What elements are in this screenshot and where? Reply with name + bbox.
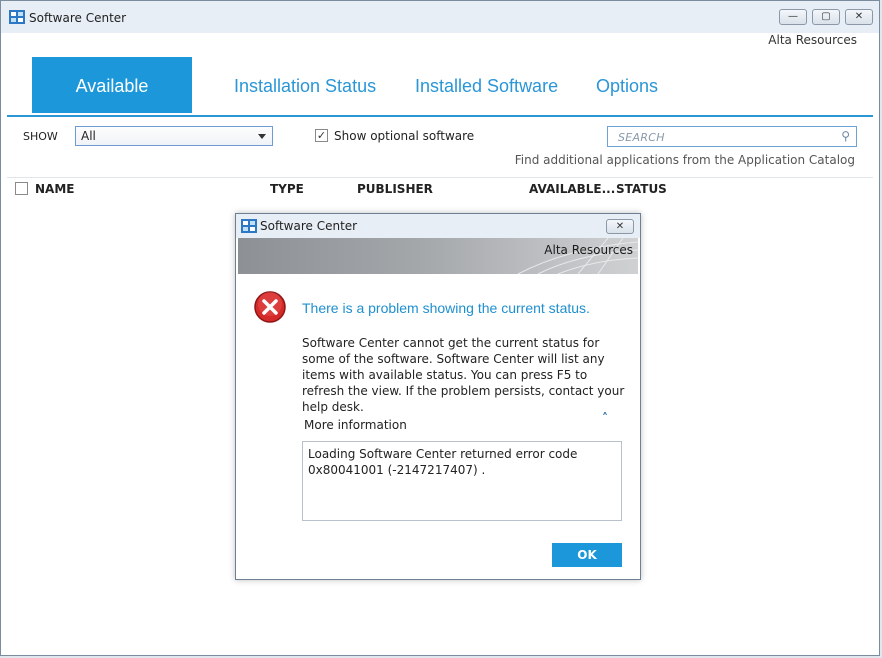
show-dropdown[interactable]: All	[75, 126, 273, 146]
show-optional-checkbox[interactable]: ✓	[315, 129, 328, 142]
dialog-heading: There is a problem showing the current s…	[302, 300, 590, 316]
minimize-button[interactable]: —	[779, 9, 807, 25]
search-placeholder: SEARCH	[618, 131, 665, 144]
error-icon	[254, 291, 286, 323]
tab-bar: Available Software Installation Status I…	[7, 57, 873, 154]
dialog-title: Software Center	[260, 219, 358, 233]
software-center-app-icon	[9, 10, 25, 24]
close-button[interactable]: ✕	[845, 9, 873, 25]
dropdown-arrow-icon	[258, 134, 266, 139]
header-divider	[7, 177, 873, 178]
organization-name: Alta Resources	[768, 33, 857, 47]
tab-installed-software[interactable]: Installed Software	[399, 57, 574, 113]
error-details-box[interactable]: Loading Software Center returned error c…	[302, 441, 622, 521]
dialog-banner: Alta Resources	[238, 238, 638, 274]
software-center-app-icon	[241, 219, 257, 233]
column-header-available[interactable]: AVAILABLE...	[529, 182, 615, 196]
show-dropdown-value: All	[81, 129, 96, 143]
application-catalog-link[interactable]: Find additional applications from the Ap…	[515, 153, 855, 167]
collapse-chevron-icon[interactable]: ˄	[602, 411, 608, 425]
window-title: Software Center	[29, 11, 127, 25]
dialog-organization-name: Alta Resources	[544, 243, 633, 257]
column-header-publisher[interactable]: PUBLISHER	[357, 182, 433, 196]
tab-available-software[interactable]: Available Software	[32, 57, 192, 154]
ok-button[interactable]: OK	[552, 543, 622, 567]
show-optional-label: Show optional software	[334, 129, 475, 143]
maximize-button[interactable]: ▢	[812, 9, 840, 25]
show-label: SHOW	[23, 130, 58, 143]
dialog-message: Software Center cannot get the current s…	[302, 336, 625, 414]
column-header-type[interactable]: TYPE	[270, 182, 304, 196]
title-bar[interactable]: Software Center — ▢ ✕	[1, 1, 879, 33]
select-all-checkbox[interactable]	[15, 182, 28, 195]
search-input[interactable]: SEARCH ⚲	[607, 126, 857, 147]
dialog-close-button[interactable]: ✕	[606, 219, 634, 234]
column-header-name[interactable]: NAME	[35, 182, 74, 196]
column-header-status[interactable]: STATUS	[616, 182, 667, 196]
dialog-title-bar[interactable]: Software Center ✕	[236, 214, 640, 238]
search-icon[interactable]: ⚲	[841, 129, 850, 143]
more-information-label: More information	[304, 418, 407, 432]
tab-options[interactable]: Options	[580, 57, 674, 113]
tab-installation-status[interactable]: Installation Status	[218, 57, 392, 113]
error-dialog: Software Center ✕ Alta Resources There i…	[235, 213, 641, 580]
